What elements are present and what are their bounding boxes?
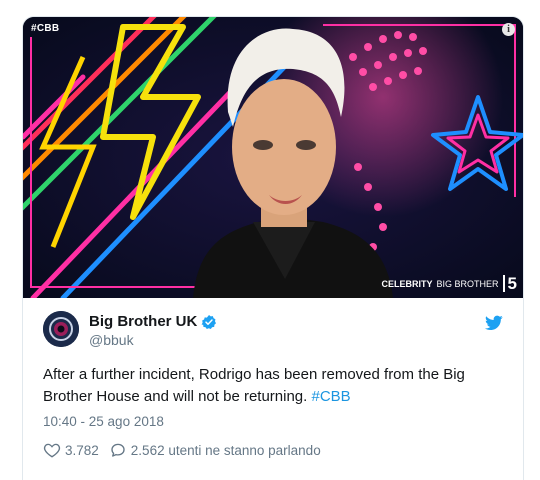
tweet-header: Big Brother UK @bbuk bbox=[43, 311, 503, 351]
big-brother-eye-icon bbox=[43, 311, 79, 347]
author-handle[interactable]: @bbuk bbox=[89, 332, 134, 348]
like-button[interactable]: 3.782 bbox=[43, 441, 99, 459]
heart-icon bbox=[43, 443, 61, 458]
like-count: 3.782 bbox=[65, 442, 99, 458]
tweet-stats: 3.782 2.562 utenti ne stanno parlando bbox=[43, 441, 331, 459]
tweet-body: After a further incident, Rodrigo has be… bbox=[43, 366, 465, 405]
tweet-image[interactable]: #CBB i CELEBRITY BIG BROTHER 5 bbox=[23, 17, 523, 298]
author-name-row[interactable]: Big Brother UK bbox=[89, 313, 217, 330]
celebrity-big-brother-logo: CELEBRITY BIG BROTHER 5 bbox=[381, 275, 517, 292]
brand-prefix: CELEBRITY bbox=[381, 278, 433, 289]
brand-name: BIG BROTHER bbox=[436, 278, 499, 289]
twitter-bird-icon[interactable] bbox=[485, 315, 503, 331]
tweet-timestamp[interactable]: 10:40 - 25 ago 2018 bbox=[43, 414, 164, 429]
info-icon[interactable]: i bbox=[502, 23, 515, 36]
avatar[interactable] bbox=[43, 311, 79, 347]
channel-5-logo: 5 bbox=[502, 275, 517, 292]
reply-count-text: 2.562 utenti ne stanno parlando bbox=[130, 442, 321, 458]
tweet-text: After a further incident, Rodrigo has be… bbox=[43, 364, 513, 408]
reply-button[interactable]: 2.562 utenti ne stanno parlando bbox=[109, 441, 321, 459]
verified-badge-icon bbox=[201, 314, 217, 329]
tweet-card: #CBB i CELEBRITY BIG BROTHER 5 Big Broth… bbox=[22, 16, 524, 480]
tweet-image-artwork bbox=[23, 17, 523, 298]
hashtag-link[interactable]: #CBB bbox=[312, 388, 351, 405]
author-name[interactable]: Big Brother UK bbox=[89, 313, 197, 330]
hashtag-label: #CBB bbox=[31, 23, 60, 34]
speech-bubble-icon bbox=[111, 443, 125, 457]
